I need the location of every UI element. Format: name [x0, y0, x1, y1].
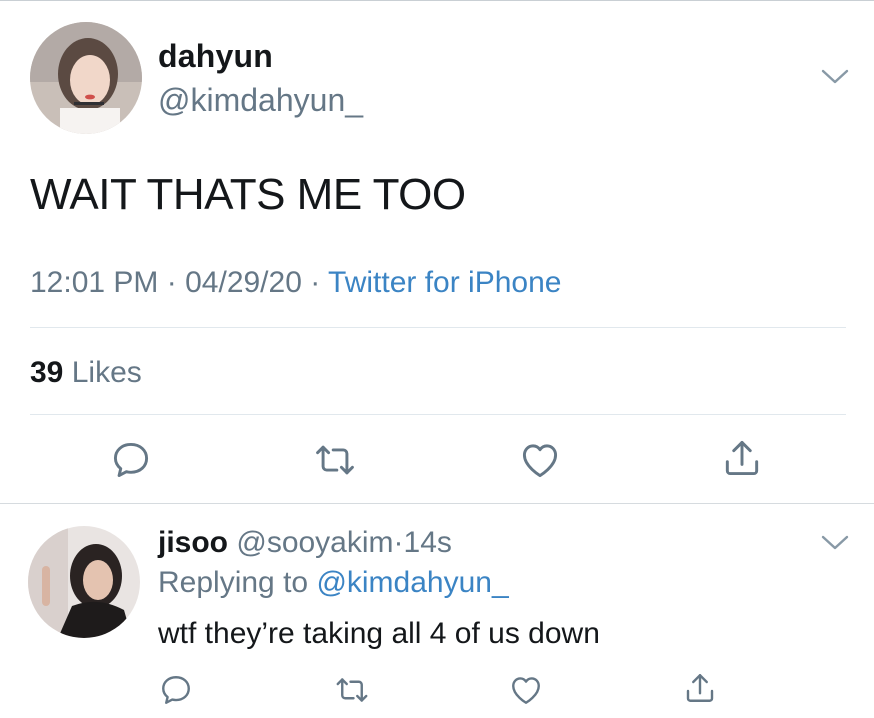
likes-link[interactable]: 39 Likes — [30, 356, 142, 390]
section-divider — [0, 503, 874, 504]
avatar[interactable] — [30, 22, 142, 134]
share-icon[interactable] — [682, 670, 718, 706]
tweet-meta: 12:01 PM · 04/29/20 · Twitter for iPhone — [30, 266, 561, 300]
divider — [30, 327, 846, 328]
comment-bubble-icon[interactable] — [109, 438, 153, 482]
likes-label: Likes — [71, 356, 142, 389]
replying-to-label: Replying to — [158, 566, 309, 599]
meta-separator: · — [393, 526, 404, 559]
reply-display-name[interactable]: jisoo — [158, 526, 228, 559]
share-icon[interactable] — [720, 436, 764, 480]
tweet-source-link[interactable]: Twitter for iPhone — [328, 266, 561, 299]
heart-icon[interactable] — [518, 438, 562, 482]
meta-separator: · — [310, 266, 321, 299]
display-name[interactable]: dahyun — [158, 38, 273, 75]
reply-user-handle[interactable]: @sooyakim — [236, 526, 393, 559]
user-handle[interactable]: @kimdahyun_ — [158, 82, 363, 119]
tweet-date: 04/29/20 — [185, 266, 302, 299]
heart-icon[interactable] — [508, 672, 544, 708]
avatar[interactable] — [28, 526, 140, 638]
reply-timestamp: 14s — [403, 526, 452, 559]
chevron-down-icon[interactable] — [820, 68, 850, 86]
retweet-icon[interactable] — [313, 438, 357, 482]
tweet-text: WAIT THATS ME TOO — [30, 170, 466, 219]
replying-to-mention[interactable]: @kimdahyun_ — [316, 566, 508, 599]
chevron-down-icon[interactable] — [820, 534, 850, 552]
tweet-time: 12:01 PM — [30, 266, 159, 299]
likes-count: 39 — [30, 356, 64, 389]
reply-text: wtf they’re taking all 4 of us down — [158, 617, 600, 650]
top-divider — [0, 0, 874, 1]
meta-separator: · — [166, 266, 177, 299]
reply-header: jisoo @sooyakim·14s — [158, 526, 452, 560]
divider — [30, 414, 846, 415]
replying-to: Replying to @kimdahyun_ — [158, 566, 509, 600]
retweet-icon[interactable] — [334, 672, 370, 708]
comment-bubble-icon[interactable] — [158, 672, 194, 708]
